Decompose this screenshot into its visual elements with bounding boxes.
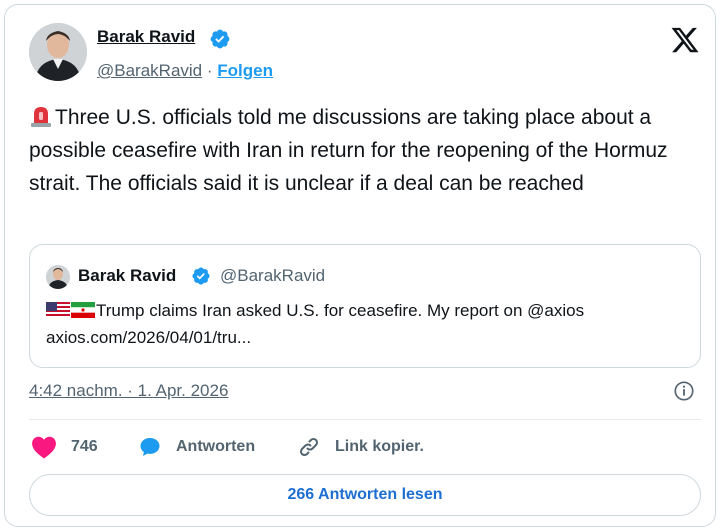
reply-label: Antworten [176, 438, 256, 455]
quoted-link[interactable]: axios.com/2026/04/01/tru... [46, 328, 251, 348]
tweet-text-block: Three U.S. officials told me discussions… [29, 101, 709, 200]
x-logo-icon[interactable] [669, 25, 701, 55]
divider [29, 419, 701, 420]
tweet-card: Barak Ravid @BarakRavid · Folgen Three U… [4, 4, 716, 527]
us-flag-icon [46, 302, 70, 318]
tweet-timestamp[interactable]: 4:42 nachm. · 1. Apr. 2026 [29, 381, 228, 401]
like-button[interactable]: 746 [31, 435, 98, 459]
reply-bubble-icon [140, 438, 160, 456]
copy-link-label: Link kopier. [335, 438, 424, 455]
author-handle[interactable]: @BarakRavid [97, 61, 202, 80]
verified-badge-icon [192, 267, 210, 285]
verified-badge-icon [210, 29, 230, 49]
quoted-text-line1: Trump claims Iran asked U.S. for ceasefi… [46, 301, 584, 321]
meta-separator: · [206, 61, 213, 80]
quoted-author-name: Barak Ravid [78, 266, 177, 285]
author-name[interactable]: Barak Ravid [97, 27, 195, 47]
read-replies-button[interactable]: 266 Antworten lesen [29, 474, 701, 516]
link-icon [299, 437, 319, 457]
follow-button[interactable]: Folgen [217, 61, 273, 80]
siren-icon [31, 107, 51, 127]
like-count: 746 [71, 438, 98, 455]
quoted-avatar [46, 265, 70, 289]
quoted-author-handle: @BarakRavid [220, 266, 326, 285]
iran-flag-icon [71, 302, 95, 318]
info-icon[interactable] [673, 380, 695, 402]
reply-button[interactable]: Antworten [138, 435, 255, 459]
heart-icon [32, 436, 56, 459]
quoted-tweet[interactable]: Barak Ravid @BarakRavid Trump claims Ira… [29, 244, 701, 368]
tweet-text: Three U.S. officials told me discussions… [29, 106, 668, 195]
author-avatar[interactable] [29, 23, 87, 81]
author-meta: @BarakRavid · Folgen [97, 61, 273, 81]
quoted-text: Trump claims Iran asked U.S. for ceasefi… [96, 301, 585, 320]
copy-link-button[interactable]: Link kopier. [297, 435, 424, 459]
